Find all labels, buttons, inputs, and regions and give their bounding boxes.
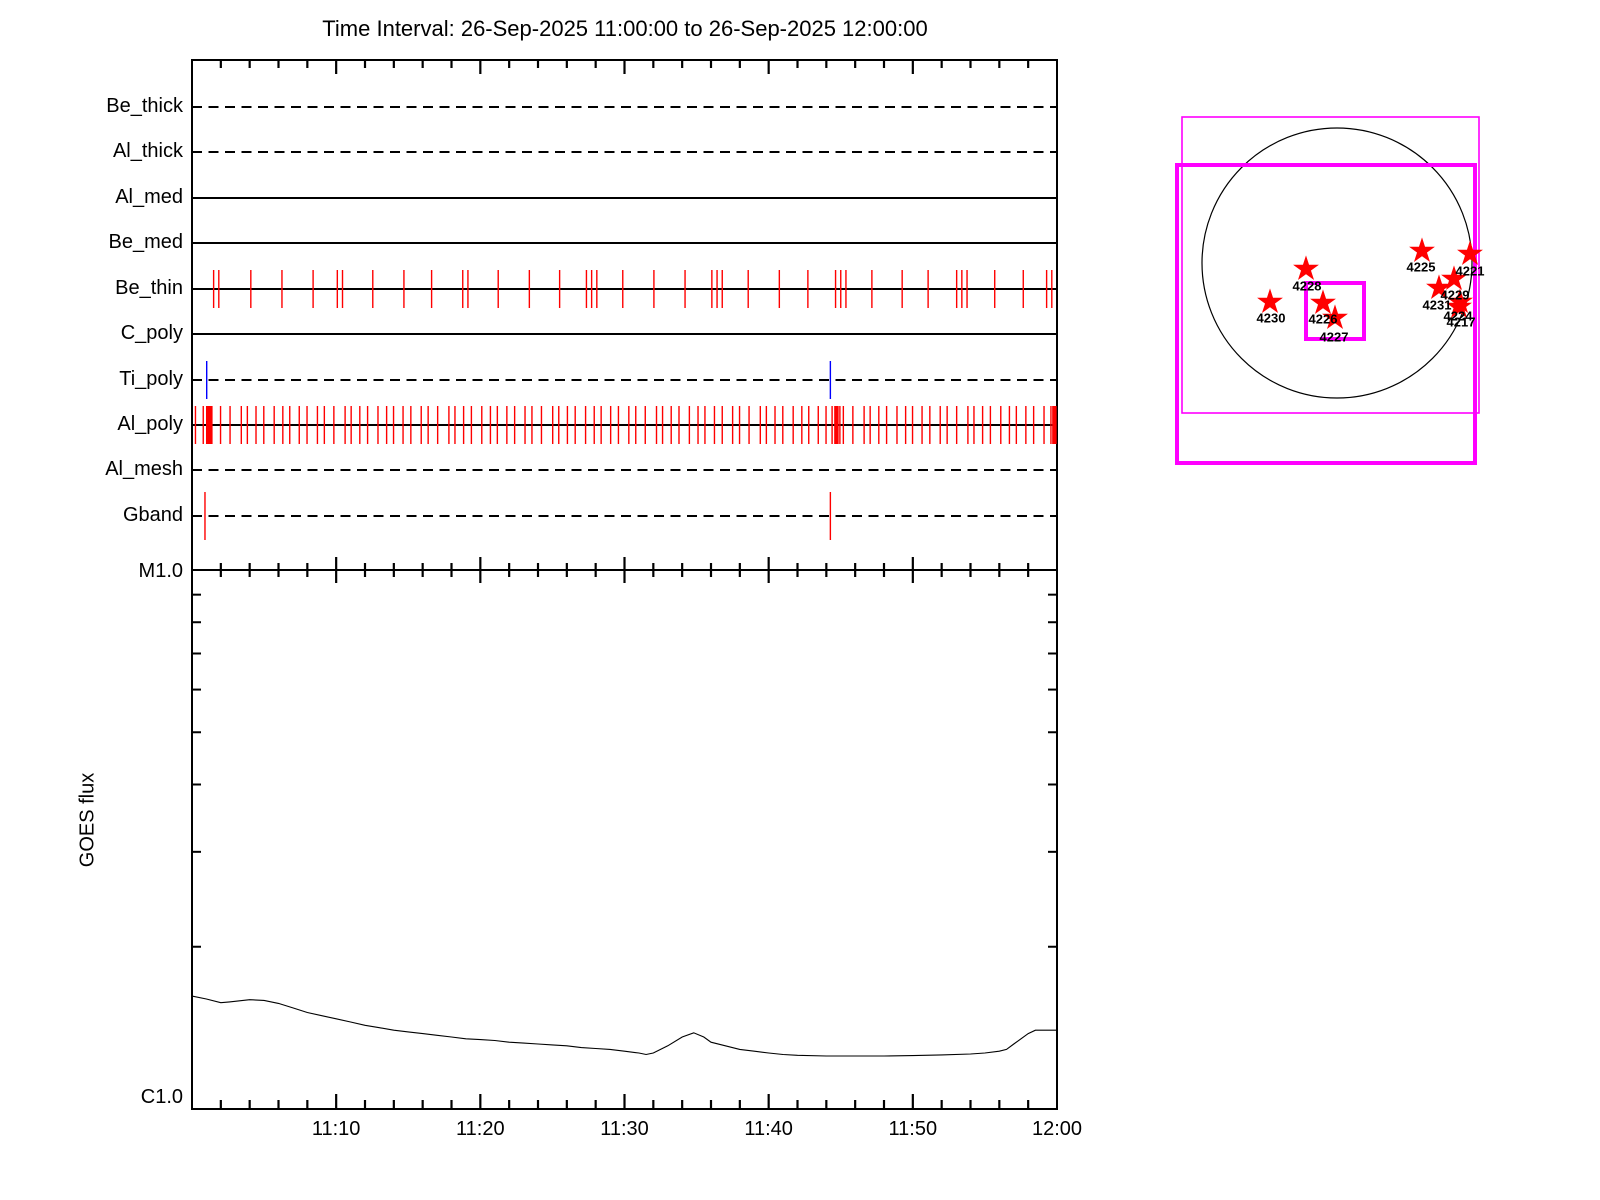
row-label-be-thin: Be_thin bbox=[40, 277, 183, 300]
row-label-be-thick: Be_thick bbox=[40, 95, 183, 118]
ar-label-4226: 4226 bbox=[1309, 312, 1338, 327]
ar-label-4230: 4230 bbox=[1257, 311, 1286, 326]
plot-canvas bbox=[0, 0, 1600, 1200]
xtick-label-1: 11:20 bbox=[435, 1118, 525, 1141]
row-label-al-poly: Al_poly bbox=[40, 413, 183, 436]
xtick-label-5: 12:00 bbox=[1012, 1118, 1102, 1141]
goes-ymax-label: M1.0 bbox=[40, 560, 183, 583]
goes-flux-axis-title: GOES flux bbox=[77, 773, 100, 867]
row-label-ti-poly: Ti_poly bbox=[40, 368, 183, 391]
row-label-be-med: Be_med bbox=[40, 231, 183, 254]
ar-label-4225: 4225 bbox=[1407, 260, 1436, 275]
ar-label-4228: 4228 bbox=[1293, 279, 1322, 294]
ar-label-4217: 4217 bbox=[1447, 315, 1476, 330]
screenshot-root: Time Interval: 26-Sep-2025 11:00:00 to 2… bbox=[0, 0, 1600, 1200]
row-label-al-med: Al_med bbox=[40, 186, 183, 209]
xtick-label-0: 11:10 bbox=[291, 1118, 381, 1141]
ar-label-4227: 4227 bbox=[1320, 330, 1349, 345]
ar-label-4221: 4221 bbox=[1456, 264, 1485, 279]
row-label-c-poly: C_poly bbox=[40, 322, 183, 345]
row-label-gband: Gband bbox=[40, 504, 183, 527]
xtick-label-4: 11:50 bbox=[868, 1118, 958, 1141]
row-label-al-thick: Al_thick bbox=[40, 140, 183, 163]
row-label-al-mesh: Al_mesh bbox=[40, 458, 183, 481]
goes-ymin-label: C1.0 bbox=[40, 1086, 183, 1109]
xtick-label-3: 11:40 bbox=[724, 1118, 814, 1141]
plot-title: Time Interval: 26-Sep-2025 11:00:00 to 2… bbox=[190, 16, 1060, 42]
xtick-label-2: 11:30 bbox=[580, 1118, 670, 1141]
